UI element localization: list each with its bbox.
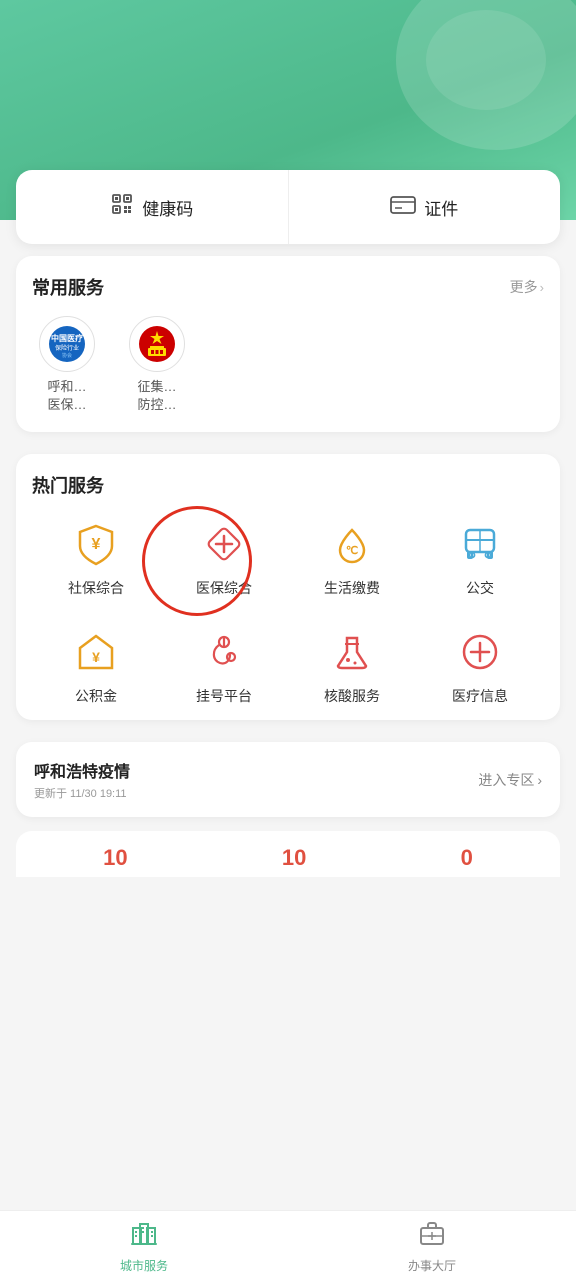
- epidemic-link[interactable]: 进入专区 ›: [478, 770, 542, 790]
- hot-services-header: 热门服务: [32, 472, 544, 498]
- epidemic-card: 呼和浩特疫情 更新于 11/30 19:11 进入专区 ›: [16, 742, 560, 817]
- drop-icon: ℃: [326, 518, 378, 570]
- stat-value-3: 0: [461, 845, 473, 871]
- hot-label-gongjijin: 公积金: [75, 686, 117, 706]
- svg-text:℃: ℃: [346, 545, 358, 557]
- epidemic-title: 呼和浩特疫情: [34, 758, 130, 782]
- shield-yuan-icon: ¥: [70, 518, 122, 570]
- nav-affairs-hall-label: 办事大厅: [408, 1257, 456, 1274]
- health-code-label: 健康码: [142, 195, 193, 220]
- card-icon: [390, 195, 416, 220]
- common-service-text-1: 呼和… 医保…: [47, 378, 86, 414]
- svg-text:协会: 协会: [62, 352, 72, 359]
- qr-icon: [110, 192, 134, 222]
- svg-text:¥: ¥: [92, 536, 101, 553]
- epidemic-update: 更新于 11/30 19:11: [34, 785, 130, 801]
- dns-logo: 中国医疗 保险行业 协会: [39, 316, 95, 372]
- stethoscope-icon: [198, 626, 250, 678]
- certificate-button[interactable]: 证件: [289, 170, 561, 244]
- health-code-button[interactable]: 健康码: [16, 170, 289, 244]
- hot-item-yibao[interactable]: 医保综合: [160, 514, 288, 602]
- medical-cross-icon: [198, 518, 250, 570]
- hot-item-shenghuo[interactable]: ℃ 生活缴费: [288, 514, 416, 602]
- affairs-hall-icon: [418, 1218, 446, 1253]
- hot-item-yiliao[interactable]: 医疗信息: [416, 622, 544, 710]
- quick-access-card: 健康码 证件: [16, 170, 560, 244]
- gov-logo: [129, 316, 185, 372]
- hot-item-hejian[interactable]: 核酸服务: [288, 622, 416, 710]
- stat-value-1: 10: [103, 845, 127, 871]
- spacer2: [0, 734, 576, 742]
- common-service-text-2: 征集… 防控…: [137, 378, 176, 414]
- chevron-right-icon: ›: [540, 280, 544, 295]
- epidemic-info: 呼和浩特疫情 更新于 11/30 19:11: [34, 758, 130, 801]
- medical-circle-icon: [454, 626, 506, 678]
- common-service-item-gov[interactable]: 征集… 防控…: [122, 316, 192, 414]
- svg-text:中国医疗: 中国医疗: [51, 333, 83, 343]
- hot-label-yibao: 医保综合: [196, 578, 252, 598]
- hot-label-gongchao: 公交: [466, 578, 494, 598]
- stat-value-2: 10: [282, 845, 306, 871]
- stat-item-2: 10: [282, 845, 306, 871]
- house-yuan-icon: ¥: [70, 626, 122, 678]
- hot-item-guahao[interactable]: 挂号平台: [160, 622, 288, 710]
- hot-label-guahao: 挂号平台: [196, 686, 252, 706]
- certificate-label: 证件: [424, 195, 458, 220]
- hot-label-hejian: 核酸服务: [324, 686, 380, 706]
- flask-icon: [326, 626, 378, 678]
- common-services-title: 常用服务: [32, 274, 104, 300]
- stat-item-1: 10: [103, 845, 127, 871]
- bottom-spacer: [0, 877, 576, 957]
- hot-label-yiliao: 医疗信息: [452, 686, 508, 706]
- hot-label-shebao: 社保综合: [68, 578, 124, 598]
- hot-services-grid: ¥ 社保综合 医保综合: [32, 514, 544, 710]
- nav-city-service[interactable]: 城市服务: [0, 1211, 288, 1280]
- hot-item-gongjijin[interactable]: ¥ 公积金: [32, 622, 160, 710]
- hot-item-gongchao[interactable]: 公交: [416, 514, 544, 602]
- common-services-card: 常用服务 更多 › 中国医疗 保险行业 协会 呼和… 医保…: [16, 256, 560, 432]
- chevron-right-icon-2: ›: [537, 772, 542, 788]
- common-services-list: 中国医疗 保险行业 协会 呼和… 医保…: [32, 316, 544, 414]
- hot-label-shenghuo: 生活缴费: [324, 578, 380, 598]
- bus-icon: [454, 518, 506, 570]
- nav-city-service-label: 城市服务: [120, 1257, 168, 1274]
- common-services-more[interactable]: 更多 ›: [510, 277, 544, 297]
- common-service-item-medical[interactable]: 中国医疗 保险行业 协会 呼和… 医保…: [32, 316, 102, 414]
- gap-spacer: [0, 446, 576, 454]
- common-services-header: 常用服务 更多 ›: [32, 274, 544, 300]
- hot-services-card: 热门服务 ¥ 社保综合: [16, 454, 560, 720]
- nav-affairs-hall[interactable]: 办事大厅: [288, 1211, 576, 1280]
- hot-item-shebao[interactable]: ¥ 社保综合: [32, 514, 160, 602]
- stat-item-3: 0: [461, 845, 473, 871]
- bottom-navigation: 城市服务 办事大厅: [0, 1210, 576, 1280]
- city-service-icon: [130, 1218, 158, 1253]
- svg-text:¥: ¥: [92, 649, 100, 665]
- hot-services-title: 热门服务: [32, 472, 104, 498]
- stats-row: 10 10 0: [16, 831, 560, 877]
- svg-text:保险行业: 保险行业: [55, 344, 79, 352]
